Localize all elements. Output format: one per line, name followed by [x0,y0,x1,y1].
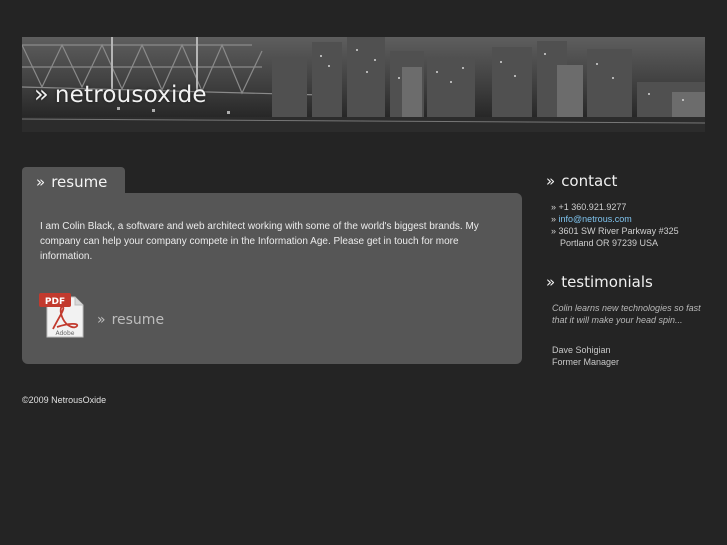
logo-text: netrousoxide [54,82,207,108]
author-name: Dave Sohigian [552,345,611,355]
testimonials-heading: » testimonials [546,273,653,291]
page: » netrousoxide » resume I am Colin Black, … [0,0,727,545]
contact-heading: » contact [546,172,617,190]
intro-text: I am Colin Black, a software and web arc… [40,221,479,262]
download-resume-label: » resume [97,312,164,328]
pdf-badge-label: PDF [45,297,65,307]
contact-address-line2: Portland OR 97239 USA [551,237,679,249]
phone-text: +1 360.921.9277 [558,202,627,212]
download-label-text: resume [111,312,165,328]
download-arrow-icon: » [97,312,106,328]
pdf-file-icon: PDF Adobe [39,293,84,338]
contact-phone: » +1 360.921.9277 [551,201,679,213]
site-logo[interactable]: » netrousoxide [34,80,207,108]
tab-arrow-icon: » [36,173,46,191]
email-link[interactable]: info@netrous.com [559,214,632,224]
testimonial-author: Dave Sohigian Former Manager [552,344,619,368]
author-title: Former Manager [552,357,620,367]
address-line2: Portland OR 97239 USA [560,238,659,248]
header-banner: » netrousoxide [22,37,705,132]
contact-arrow-icon: » [546,172,556,190]
resume-panel: I am Colin Black, a software and web arc… [22,193,522,364]
download-resume-link[interactable]: PDF Adobe » resume [39,293,199,339]
logo-arrow-icon: » [34,80,49,108]
contact-email: » info@netrous.com [551,213,679,225]
testimonial-quote: Colin learns new technologies so fast th… [552,303,701,325]
bullet-icon: » [551,214,557,224]
tab-resume[interactable]: » resume [22,167,125,195]
bullet-icon: » [551,202,557,212]
testimonials-heading-text: testimonials [561,273,653,291]
copyright: ©2009 NetrousOxide [22,395,107,405]
contact-address: » 3601 SW River Parkway #325 [551,225,679,237]
address-line1: 3601 SW River Parkway #325 [558,226,679,236]
contact-list: » +1 360.921.9277 » info@netrous.com » 3… [551,201,679,249]
bullet-icon: » [551,226,557,236]
adobe-label: Adobe [56,330,75,337]
testimonials-arrow-icon: » [546,273,556,291]
tab-label: resume [51,173,108,191]
contact-heading-text: contact [561,172,618,190]
